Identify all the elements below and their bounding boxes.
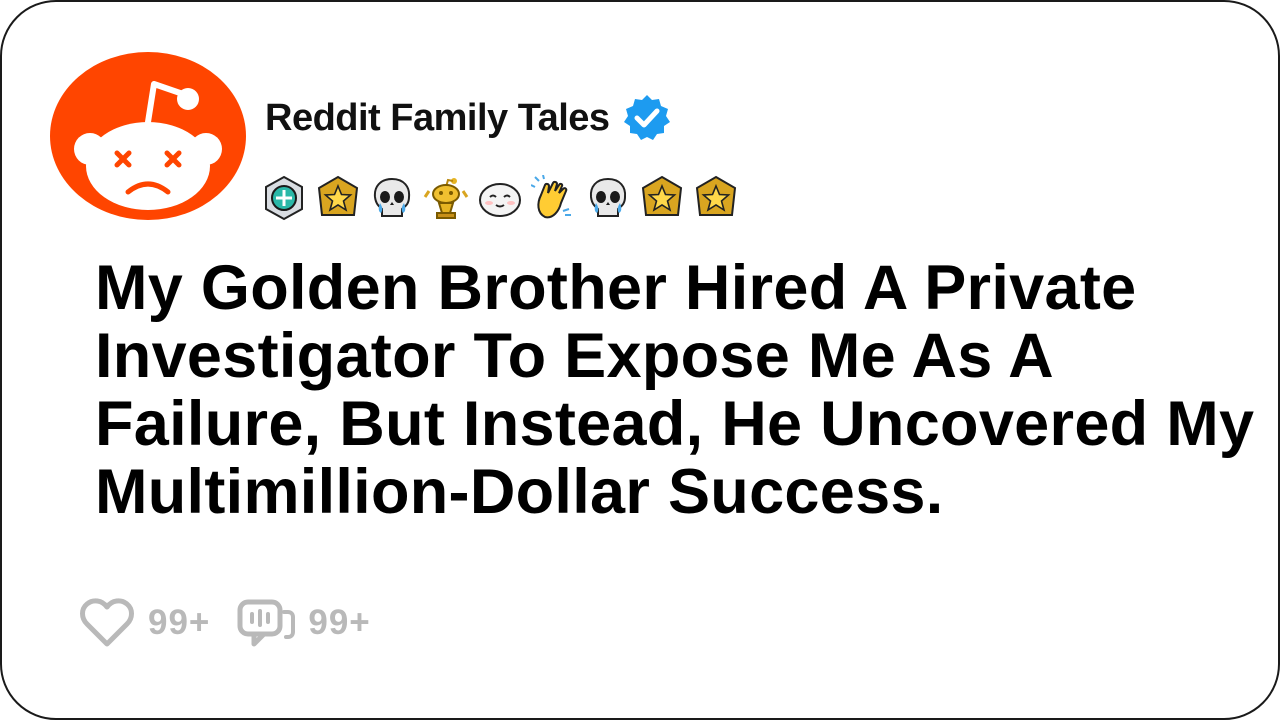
clapping-hands-icon — [531, 175, 571, 219]
verified-badge-icon — [623, 95, 670, 140]
post-title[interactable]: My Golden Brother Hired A Private Invest… — [95, 254, 1270, 526]
award-badge[interactable] — [367, 173, 417, 223]
award-badge[interactable] — [691, 173, 741, 223]
post-card: Reddit Family Tales My Golden Brother Hi… — [0, 0, 1280, 720]
comment-count: 99+ — [308, 603, 371, 642]
award-badge[interactable] — [259, 173, 309, 223]
reddit-snoo-dead-icon — [50, 52, 246, 220]
channel-header: Reddit Family Tales — [265, 90, 672, 146]
like-count: 99+ — [148, 603, 211, 642]
helper-badge-icon — [265, 175, 303, 221]
crying-skull-icon — [373, 177, 411, 217]
crying-skull-icon — [589, 177, 627, 217]
comment-icon[interactable] — [236, 596, 298, 650]
gold-star-badge-icon — [695, 175, 737, 216]
gold-star-badge-icon — [641, 175, 683, 216]
channel-name[interactable]: Reddit Family Tales — [265, 97, 610, 140]
award-badge[interactable] — [529, 173, 579, 223]
heart-icon[interactable] — [78, 596, 136, 650]
award-badge[interactable] — [313, 173, 363, 223]
award-badge[interactable] — [637, 173, 687, 223]
gold-snoo-trophy-icon — [423, 178, 469, 219]
post-stats: 99+ 99+ — [78, 596, 371, 650]
award-badge[interactable] — [583, 173, 633, 223]
channel-avatar[interactable] — [50, 52, 246, 220]
award-badges — [259, 172, 741, 224]
gold-star-badge-icon — [317, 175, 359, 216]
award-badge[interactable] — [421, 173, 471, 223]
blushing-face-icon — [479, 183, 521, 217]
award-badge[interactable] — [475, 173, 525, 223]
